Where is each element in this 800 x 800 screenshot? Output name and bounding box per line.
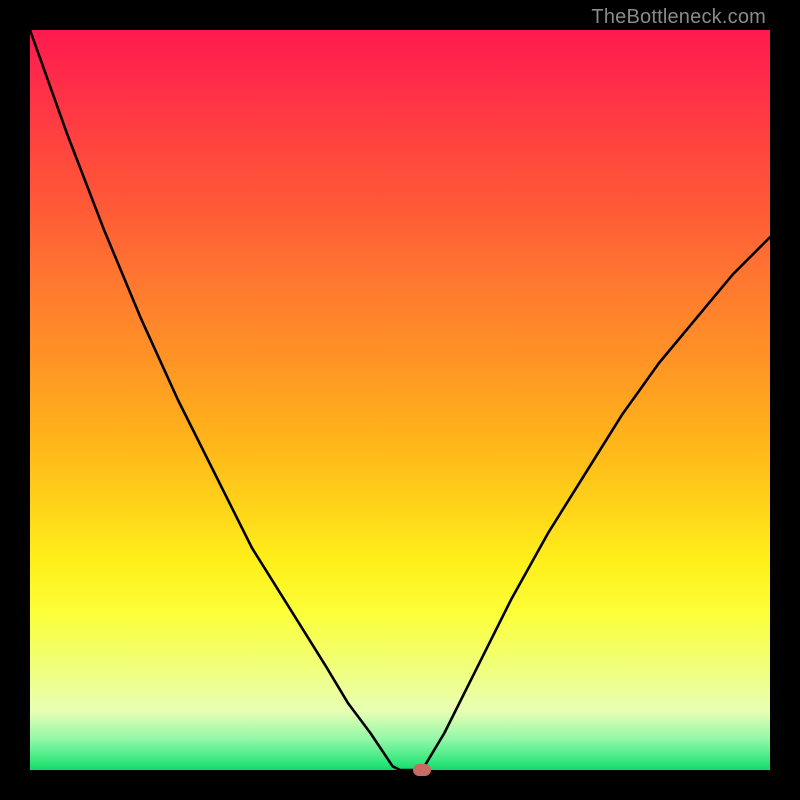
chart-frame: TheBottleneck.com bbox=[0, 0, 800, 800]
watermark-text: TheBottleneck.com bbox=[591, 6, 766, 29]
curve-path bbox=[30, 30, 770, 770]
plot-area bbox=[30, 30, 770, 770]
bottleneck-curve bbox=[30, 30, 770, 770]
optimal-marker bbox=[413, 764, 431, 776]
